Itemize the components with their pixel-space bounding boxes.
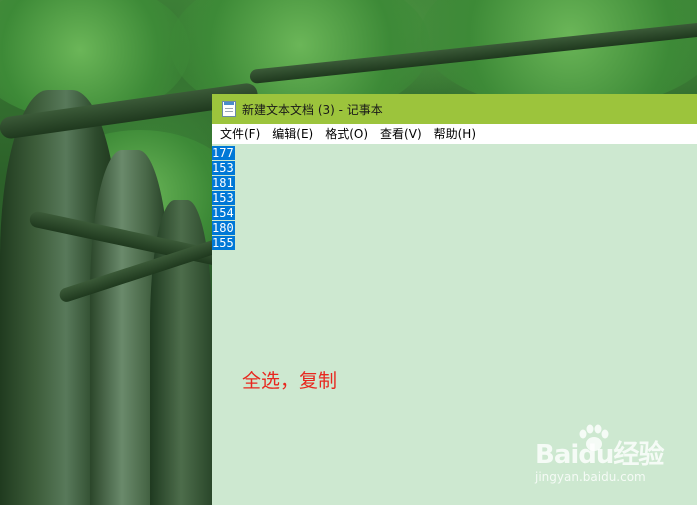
watermark-url: jingyan.baidu.com: [535, 470, 646, 484]
menu-bar: 文件(F) 编辑(E) 格式(O) 查看(V) 帮助(H): [212, 124, 697, 144]
text-line: 153: [212, 161, 697, 176]
selected-text: 177: [212, 146, 235, 160]
watermark-logo: Baidu经验: [535, 440, 664, 470]
menu-view[interactable]: 查看(V): [374, 124, 428, 144]
title-bar[interactable]: 新建文本文档 (3) - 记事本: [212, 94, 697, 124]
text-line: 154: [212, 206, 697, 221]
selected-text: 153: [212, 191, 235, 205]
baidu-jingyan-watermark: Baidu经验 jingyan.baidu.com: [535, 424, 685, 490]
menu-file[interactable]: 文件(F): [214, 124, 266, 144]
text-line: 153: [212, 191, 697, 206]
selected-text: 181: [212, 176, 235, 190]
instruction-annotation: 全选，复制: [242, 370, 338, 392]
notepad-icon: [222, 101, 236, 117]
text-line: 177: [212, 146, 697, 161]
selected-text: 154: [212, 206, 235, 220]
menu-format[interactable]: 格式(O): [319, 124, 374, 144]
text-line: 180: [212, 221, 697, 236]
text-line: 155: [212, 236, 697, 251]
selected-text: 153: [212, 161, 235, 175]
selected-text: 155: [212, 236, 235, 250]
text-line: 181: [212, 176, 697, 191]
menu-help[interactable]: 帮助(H): [428, 124, 482, 144]
window-title: 新建文本文档 (3) - 记事本: [242, 102, 383, 117]
menu-edit[interactable]: 编辑(E): [266, 124, 319, 144]
selected-text: 180: [212, 221, 235, 235]
